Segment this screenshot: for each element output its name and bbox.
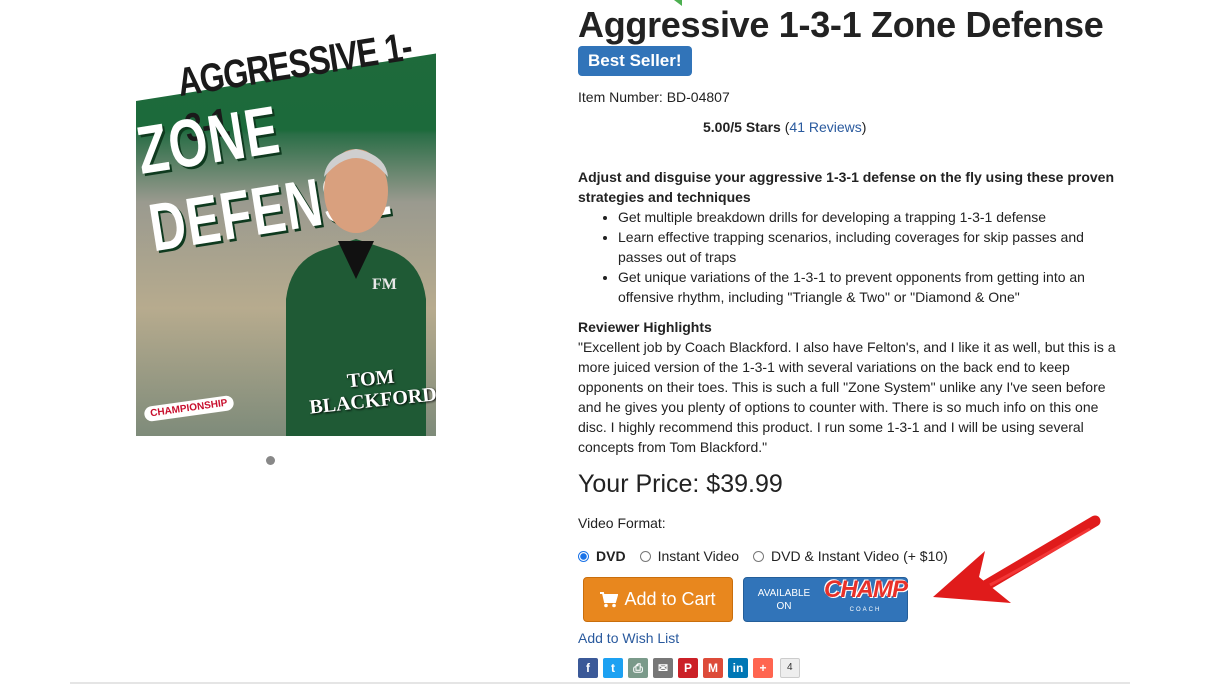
- reviewer-highlights-heading: Reviewer Highlights: [578, 319, 712, 335]
- available-on-champ-button[interactable]: AVAILABLE ON CHAMP COACH: [743, 577, 908, 622]
- reviews-close-paren: ): [861, 119, 867, 135]
- linkedin-icon[interactable]: in: [728, 658, 748, 678]
- format-option-instant-video[interactable]: Instant Video: [639, 548, 740, 564]
- share-count: 4: [780, 658, 800, 678]
- radio-instant-video[interactable]: [639, 550, 651, 562]
- description-lead: Adjust and disguise your aggressive 1-3-…: [578, 169, 1115, 205]
- format-option-label: Instant Video: [657, 548, 740, 564]
- format-option-dvd[interactable]: DVD: [578, 548, 626, 564]
- feature-item: Learn effective trapping scenarios, incl…: [618, 227, 1128, 267]
- format-option-dvd-and-instant[interactable]: DVD & Instant Video (+ $10): [753, 548, 948, 564]
- item-number: Item Number: BD-04807: [578, 89, 730, 105]
- format-option-label: DVD & Instant Video (+ $10): [771, 548, 948, 564]
- feature-item: Get unique variations of the 1-3-1 to pr…: [618, 267, 1128, 307]
- twitter-icon[interactable]: t: [603, 658, 623, 678]
- feature-item: Get multiple breakdown drills for develo…: [618, 207, 1128, 227]
- red-arrow-annotation: [933, 515, 1101, 603]
- format-option-label: DVD: [596, 548, 626, 564]
- more-share-icon[interactable]: +: [753, 658, 773, 678]
- review-quote: "Excellent job by Coach Blackford. I als…: [578, 339, 1116, 455]
- add-to-cart-label: Add to Cart: [624, 589, 716, 609]
- product-title: Aggressive 1-3-1 Zone Defense: [578, 4, 1104, 45]
- video-format-options: DVD Instant Video DVD & Instant Video (+…: [578, 548, 962, 564]
- champ-logo-text: CHAMP: [824, 575, 908, 603]
- product-description: Adjust and disguise your aggressive 1-3-…: [578, 167, 1128, 457]
- video-format-label: Video Format:: [578, 515, 666, 531]
- champ-logo-sub: COACH: [849, 606, 882, 613]
- gmail-icon[interactable]: M: [703, 658, 723, 678]
- on-text: ON: [776, 600, 792, 612]
- radio-dvd-and-instant[interactable]: [753, 550, 765, 562]
- cart-icon: [600, 591, 619, 607]
- available-on-text: AVAILABLE ON: [744, 587, 824, 613]
- print-icon[interactable]: ⎙: [628, 658, 648, 678]
- product-cover-image[interactable]: AGGRESSIVE 1-3-1 ZONE DEFENSE FM TOM BLA…: [136, 11, 436, 436]
- available-text: AVAILABLE: [757, 587, 811, 599]
- best-seller-badge: Best Seller!: [578, 46, 692, 76]
- publisher-logo: CHAMPIONSHIP: [143, 394, 235, 423]
- feature-list: Get multiple breakdown drills for develo…: [578, 207, 1128, 307]
- rating-value: 5.00/5 Stars: [703, 119, 781, 135]
- rating-summary: 5.00/5 Stars (41 Reviews): [703, 119, 866, 135]
- reviews-link[interactable]: 41 Reviews: [789, 119, 861, 135]
- facebook-icon[interactable]: f: [578, 658, 598, 678]
- shirt-logo: FM: [372, 276, 397, 293]
- pinterest-icon[interactable]: P: [678, 658, 698, 678]
- product-price: Your Price: $39.99: [578, 470, 783, 498]
- share-bar: f t ⎙ ✉ P Min +4: [578, 658, 800, 678]
- add-to-cart-button[interactable]: Add to Cart: [583, 577, 733, 622]
- champ-logo: CHAMP COACH: [824, 575, 908, 620]
- add-to-wish-list-link[interactable]: Add to Wish List: [578, 630, 679, 646]
- carousel-dot[interactable]: [266, 456, 275, 465]
- email-icon[interactable]: ✉: [653, 658, 673, 678]
- radio-dvd[interactable]: [578, 550, 589, 562]
